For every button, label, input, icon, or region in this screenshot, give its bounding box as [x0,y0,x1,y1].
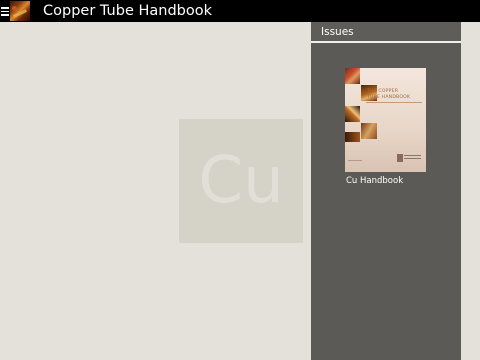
top-bar: Copper Tube Handbook [0,0,480,22]
cover-title-line2: TUBE HANDBOOK [367,95,411,100]
issues-header: Issues [311,22,461,41]
cover-title: THE COPPER TUBE HANDBOOK [367,89,422,101]
cu-watermark: Cu [179,119,303,243]
app-title: Copper Tube Handbook [43,3,213,19]
app-root: Copper Tube Handbook Cu Issues THE COPPE… [0,0,480,360]
copper-app-icon [10,1,30,21]
hamburger-menu-icon[interactable] [0,0,10,22]
issue-label[interactable]: Cu Handbook [346,176,403,186]
issue-cover-image[interactable]: THE COPPER TUBE HANDBOOK [345,68,426,172]
issues-divider [311,41,461,43]
issue-item-cu-handbook[interactable]: THE COPPER TUBE HANDBOOK Cu Handbook [345,68,427,192]
issues-title: Issues [321,26,354,38]
issues-panel: Issues THE COPPER TUBE HANDBOOK Cu Handb… [311,22,461,360]
watermark-text: Cu [198,144,284,218]
